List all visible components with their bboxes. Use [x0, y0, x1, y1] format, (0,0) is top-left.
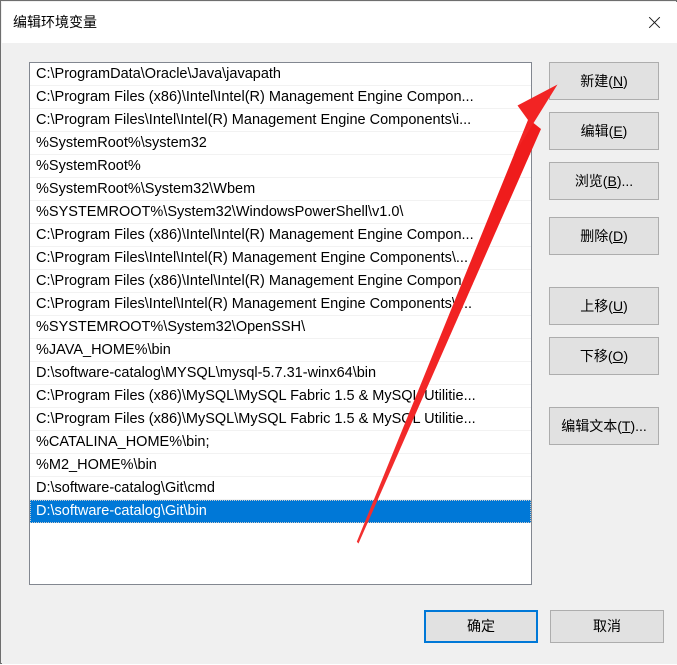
move-up-button-prefix: 上移(: [580, 298, 613, 314]
delete-button[interactable]: 删除(D): [549, 217, 659, 255]
path-list-item[interactable]: C:\ProgramData\Oracle\Java\javapath: [30, 63, 531, 86]
path-list-item[interactable]: D:\software-catalog\Git\bin: [30, 500, 531, 523]
browse-button[interactable]: 浏览(B)...: [549, 162, 659, 200]
edit-button-prefix: 编辑(: [580, 123, 614, 139]
edit-button-suffix: ): [622, 123, 628, 139]
path-listbox[interactable]: C:\ProgramData\Oracle\Java\javapath C:\Pr…: [29, 62, 532, 585]
browse-button-suffix: )...: [616, 173, 634, 189]
delete-button-suffix: ): [623, 228, 628, 244]
move-up-button-suffix: ): [623, 298, 628, 314]
path-list-item[interactable]: D:\software-catalog\MYSQL\mysql-5.7.31-w…: [30, 362, 531, 385]
path-list: C:\ProgramData\Oracle\Java\javapath C:\Pr…: [30, 63, 531, 523]
path-list-item[interactable]: %SYSTEMROOT%\System32\OpenSSH\: [30, 316, 531, 339]
dialog-body: C:\ProgramData\Oracle\Java\javapath C:\Pr…: [2, 43, 677, 664]
new-button-accel: N: [612, 73, 624, 89]
path-list-item[interactable]: %CATALINA_HOME%\bin;: [30, 431, 531, 454]
path-list-item[interactable]: C:\Program Files (x86)\MySQL\MySQL Fabri…: [30, 408, 531, 431]
path-list-item[interactable]: %JAVA_HOME%\bin: [30, 339, 531, 362]
path-list-item[interactable]: %M2_HOME%\bin: [30, 454, 531, 477]
path-list-item[interactable]: C:\Program Files (x86)\Intel\Intel(R) Ma…: [30, 270, 531, 293]
edit-button[interactable]: 编辑(E): [549, 112, 659, 150]
path-list-item[interactable]: %SYSTEMROOT%\System32\WindowsPowerShell\…: [30, 201, 531, 224]
edit-text-button-suffix: )...: [630, 418, 647, 434]
new-button-suffix: ): [623, 73, 628, 89]
new-button-prefix: 新建(: [580, 73, 613, 89]
move-down-button-prefix: 下移(: [579, 348, 613, 364]
close-button[interactable]: [631, 2, 677, 43]
edit-button-accel: E: [613, 123, 623, 139]
move-down-button-suffix: ): [623, 348, 629, 364]
path-list-item[interactable]: %SystemRoot%\System32\Wbem: [30, 178, 531, 201]
ok-button[interactable]: 确定: [424, 610, 538, 643]
move-up-button[interactable]: 上移(U): [549, 287, 659, 325]
close-icon: [647, 16, 661, 30]
move-up-button-accel: U: [612, 298, 624, 314]
path-list-item[interactable]: C:\Program Files\Intel\Intel(R) Manageme…: [30, 109, 531, 132]
delete-button-accel: D: [612, 228, 624, 244]
browse-button-prefix: 浏览(: [574, 173, 608, 189]
move-down-button-accel: O: [612, 348, 624, 364]
cancel-button[interactable]: 取消: [550, 610, 664, 643]
path-list-item[interactable]: C:\Program Files (x86)\Intel\Intel(R) Ma…: [30, 86, 531, 109]
path-list-item[interactable]: D:\software-catalog\Git\cmd: [30, 477, 531, 500]
move-down-button[interactable]: 下移(O): [549, 337, 659, 375]
path-list-item[interactable]: C:\Program Files\Intel\Intel(R) Manageme…: [30, 247, 531, 270]
path-list-item[interactable]: C:\Program Files\Intel\Intel(R) Manageme…: [30, 293, 531, 316]
path-list-item[interactable]: %SystemRoot%\system32: [30, 132, 531, 155]
browse-button-accel: B: [607, 173, 617, 189]
path-list-item[interactable]: %SystemRoot%: [30, 155, 531, 178]
title-bar: 编辑环境变量: [2, 2, 677, 43]
new-button[interactable]: 新建(N): [549, 62, 659, 100]
edit-environment-variable-dialog: 编辑环境变量 C:\ProgramData\Oracle\Java\javapa…: [0, 0, 677, 664]
path-list-item[interactable]: C:\Program Files (x86)\Intel\Intel(R) Ma…: [30, 224, 531, 247]
edit-text-button-prefix: 编辑文本(: [561, 418, 622, 434]
path-list-item[interactable]: C:\Program Files (x86)\MySQL\MySQL Fabri…: [30, 385, 531, 408]
delete-button-prefix: 删除(: [580, 228, 613, 244]
edit-text-button[interactable]: 编辑文本(T)...: [549, 407, 659, 445]
dialog-title: 编辑环境变量: [13, 14, 97, 30]
